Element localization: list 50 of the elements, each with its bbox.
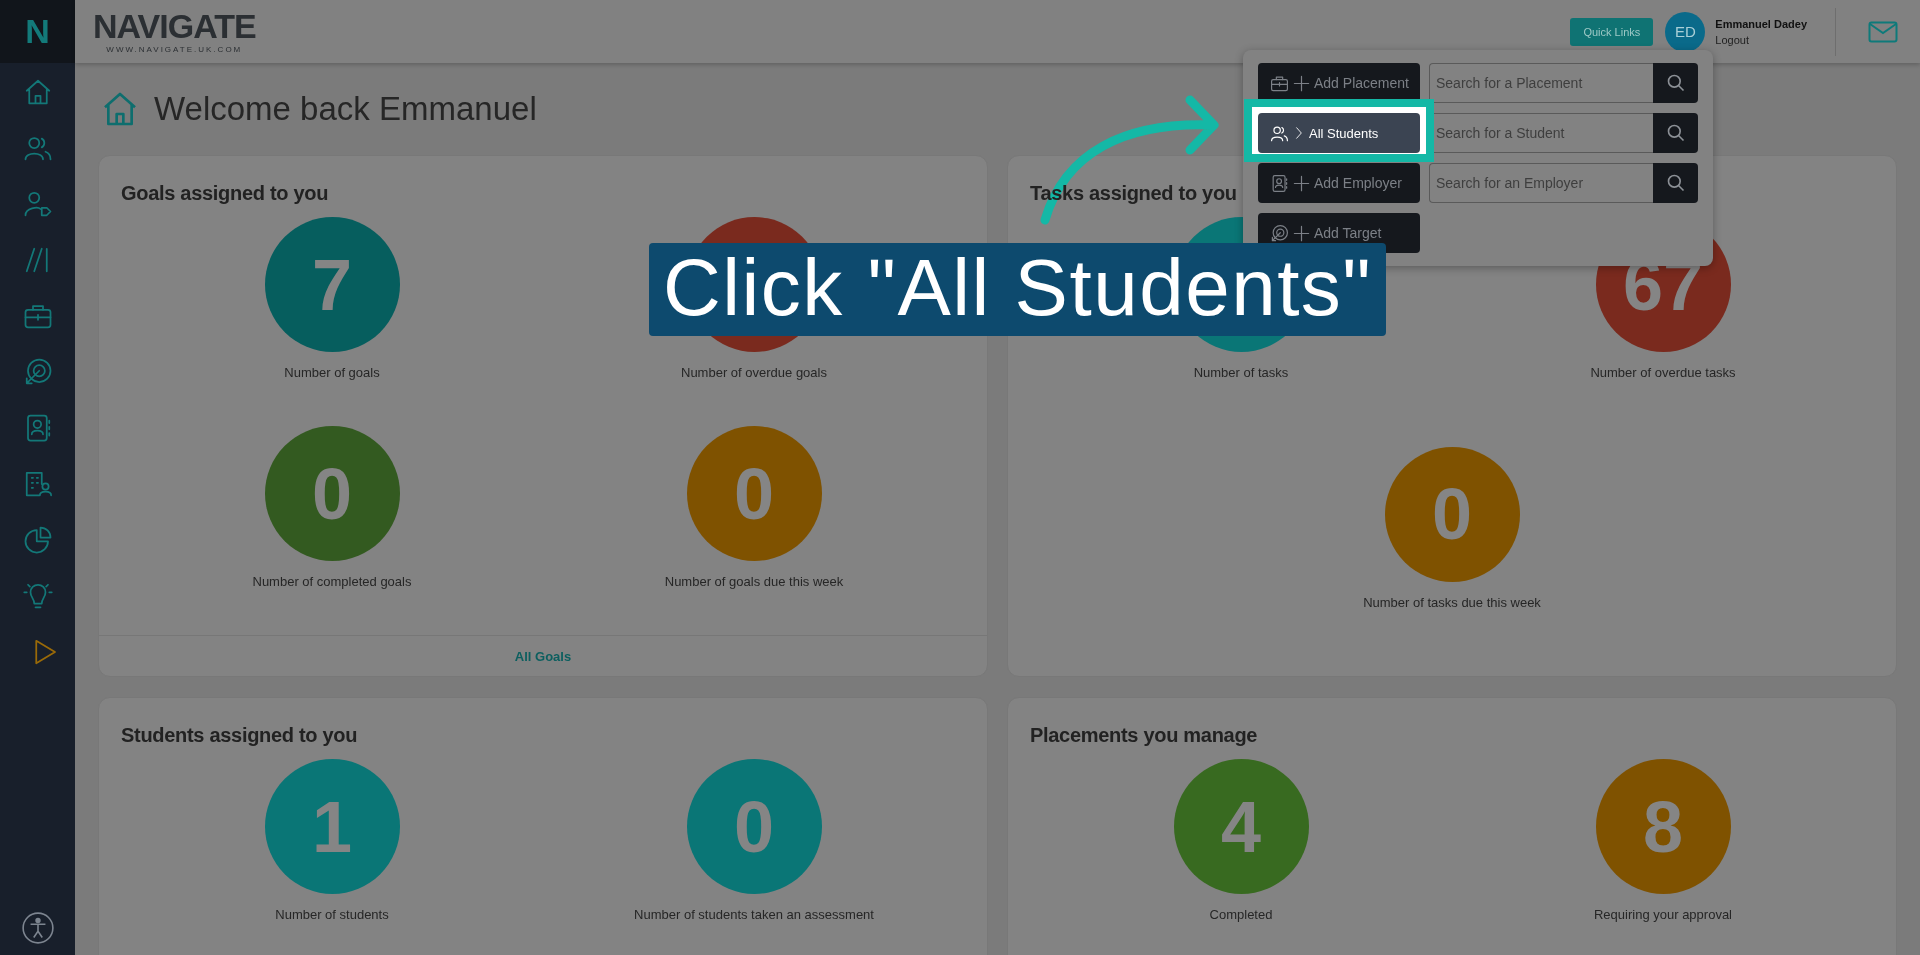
menu-action-button[interactable]: Add Employer: [1258, 163, 1420, 203]
search-icon: [1665, 173, 1686, 193]
stat-label: Number of tasks: [1193, 365, 1289, 380]
stat-label: Number of overdue goals: [681, 365, 827, 380]
stat-value: 4: [1220, 785, 1261, 868]
user-name: Emmanuel Dadey: [1715, 17, 1807, 30]
stat-value: 0: [733, 785, 774, 868]
stat-label: Number of completed goals: [252, 574, 412, 589]
lightbulb-icon[interactable]: [22, 581, 53, 611]
stat-label: Number of goals: [284, 365, 380, 380]
plus-icon: [1292, 73, 1311, 93]
logout-link[interactable]: Logout: [1715, 33, 1807, 46]
stat-label: Number of students: [275, 907, 389, 922]
menu-action-button[interactable]: All Students: [1258, 113, 1420, 153]
caption-tooltip: Click "All Students": [649, 243, 1387, 336]
quick-links-button[interactable]: Quick Links: [1570, 17, 1654, 46]
stat-value: 1: [311, 785, 352, 868]
user-tag-icon[interactable]: [22, 189, 53, 219]
logo-wordmark[interactable]: NAVIGATE: [93, 9, 256, 43]
card-title: Students assigned to you: [121, 724, 358, 747]
stat-label: Number of goals due this week: [664, 574, 844, 589]
search-icon: [1665, 73, 1686, 93]
accessibility-icon[interactable]: [20, 911, 55, 945]
stat-label: Requiring your approval: [1594, 907, 1732, 922]
stat-label: Number of overdue tasks: [1590, 365, 1736, 380]
target-icon[interactable]: [1270, 223, 1289, 243]
stat-value: 0: [1431, 473, 1472, 555]
stat-label: Number of students taken an assessment: [634, 907, 874, 922]
stat-label: Completed: [1209, 907, 1273, 922]
search-icon: [1665, 123, 1686, 143]
search-button[interactable]: [1653, 113, 1698, 153]
stat-value: 7: [311, 243, 352, 326]
logo-tagline: WWW.NAVIGATE.UK.COM: [106, 45, 243, 54]
logo-badge[interactable]: N: [0, 0, 75, 63]
plus-icon: [1292, 223, 1311, 243]
contact-card-icon[interactable]: [1270, 173, 1289, 193]
stat-label: Number of tasks due this week: [1363, 594, 1541, 610]
stat-value: 8: [1642, 785, 1683, 868]
search-button[interactable]: [1653, 163, 1698, 203]
card-title: Placements you manage: [1030, 724, 1258, 747]
search-field[interactable]: Search for a Placement: [1429, 63, 1653, 103]
card-title: Goals assigned to you: [121, 182, 329, 205]
pie-chart-icon[interactable]: [22, 525, 53, 555]
search-button[interactable]: [1653, 63, 1698, 103]
user-avatar[interactable]: ED: [1665, 11, 1706, 52]
search-field[interactable]: Search for an Employer: [1429, 163, 1653, 203]
stat-value: 0: [311, 452, 352, 535]
stat-value: 0: [733, 452, 774, 535]
plus-icon: [1292, 173, 1311, 193]
page-title: Welcome back Emmanuel: [154, 90, 537, 128]
